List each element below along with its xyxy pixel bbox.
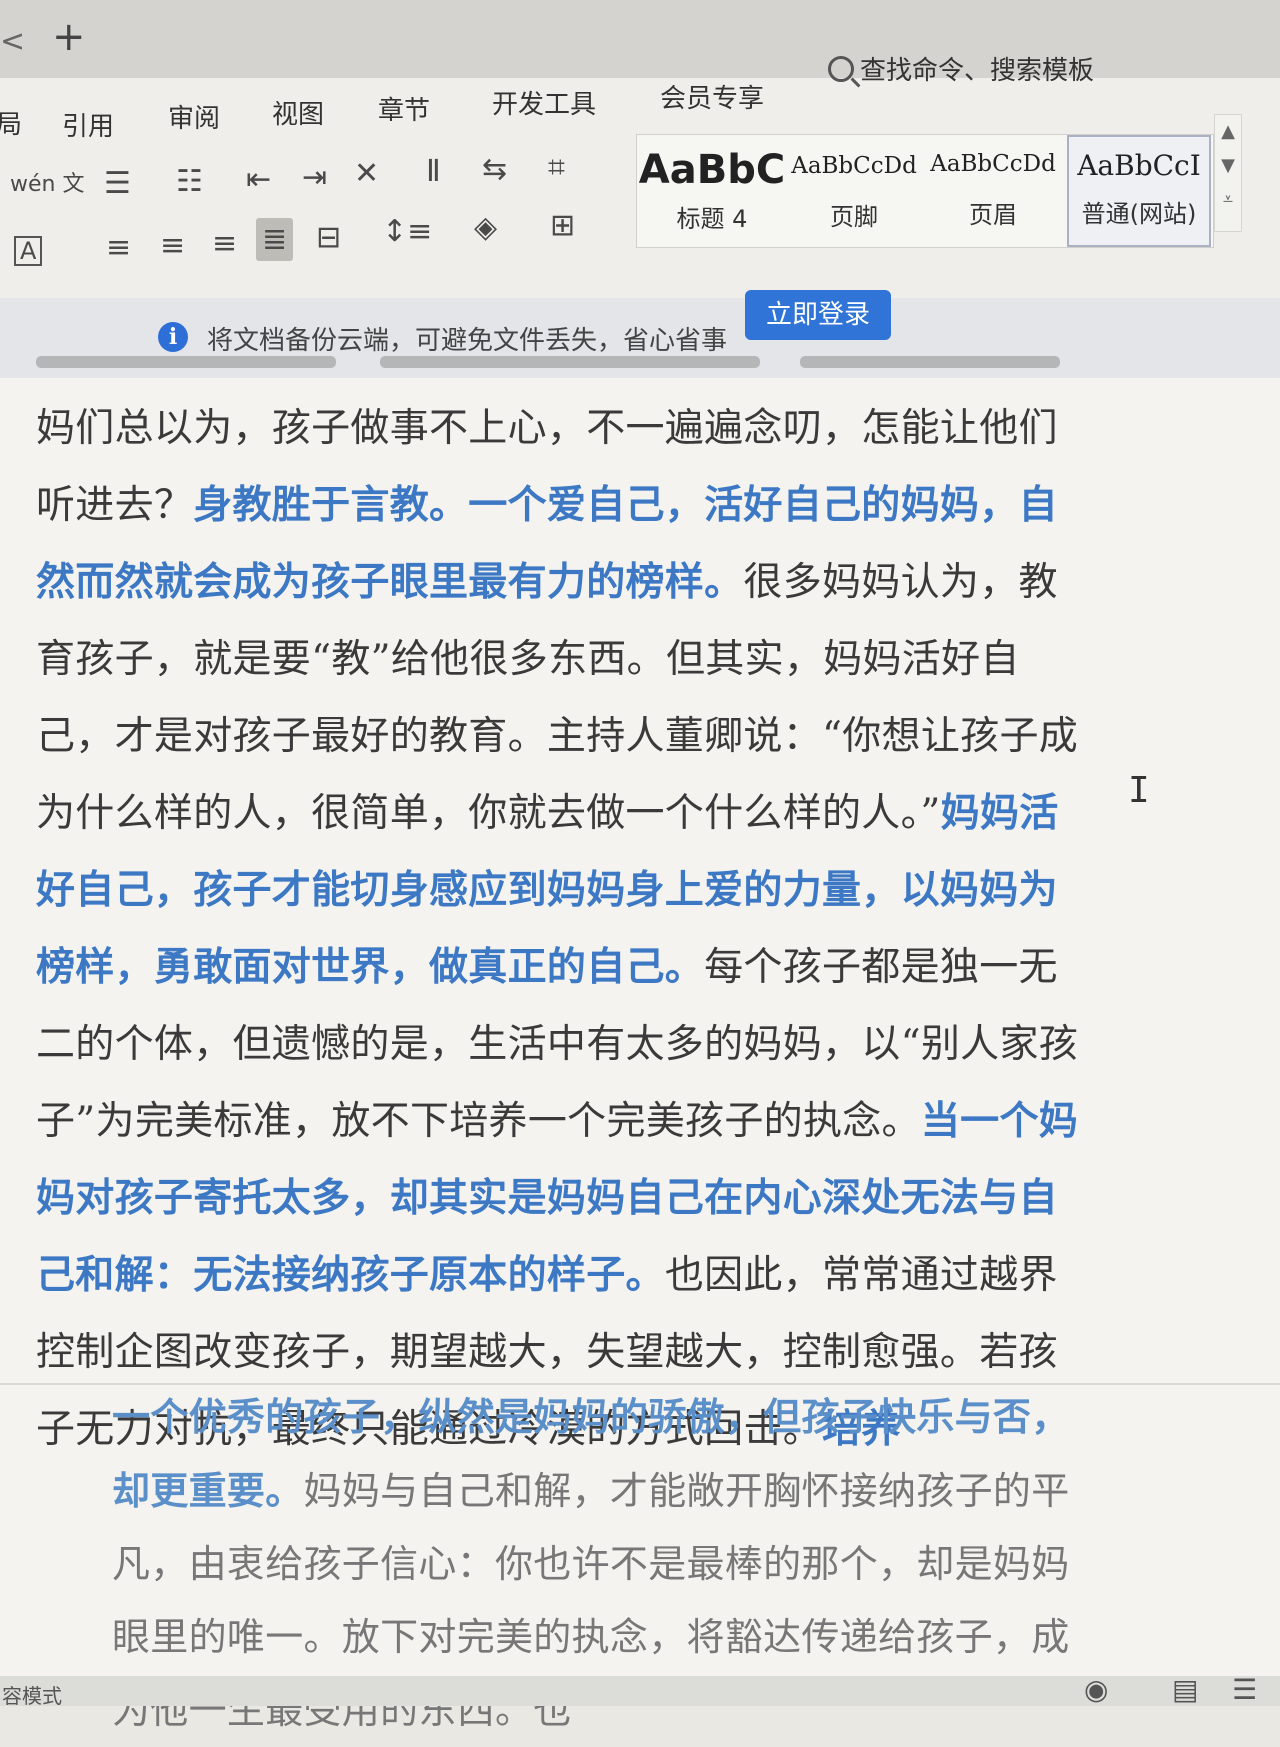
- menu-item-chapter[interactable]: 章节: [378, 90, 430, 127]
- eye-protection-icon[interactable]: ◉: [1084, 1673, 1108, 1706]
- shading-icon[interactable]: ◈: [474, 210, 497, 245]
- document-paragraph-1[interactable]: 妈们总以为，孩子做事不上心，不一遍遍念叨，怎能让他们听进去？身教胜于言教。一个爱…: [36, 390, 1086, 1468]
- align-left-icon[interactable]: ≡: [106, 230, 131, 265]
- status-mode: 容模式: [2, 1684, 62, 1708]
- justify-icon[interactable]: ≣: [256, 218, 294, 261]
- increase-indent-icon[interactable]: ⇥: [302, 160, 327, 195]
- page-view-icon[interactable]: ▤: [1172, 1673, 1198, 1706]
- character-border-button[interactable]: A: [14, 236, 43, 266]
- show-marks-icon[interactable]: ⌗: [548, 150, 565, 185]
- menu-item-view[interactable]: 视图: [272, 94, 324, 131]
- menu-item-member[interactable]: 会员专享: [660, 78, 764, 115]
- style-footer[interactable]: AaBbCcDd 页脚: [785, 135, 923, 247]
- style-header[interactable]: AaBbCcDd 页眉: [923, 135, 1063, 247]
- new-tab-button[interactable]: +: [52, 14, 86, 60]
- search-icon: [828, 55, 854, 82]
- notice-text: 将文档备份云端，可避免文件丢失，省心省事: [207, 326, 728, 356]
- chevron-up-icon[interactable]: ▲: [1215, 115, 1241, 149]
- menu-item-review[interactable]: 审阅: [168, 98, 220, 135]
- menu-item-developer[interactable]: 开发工具: [492, 84, 596, 121]
- search-label: 查找命令、搜索模板: [860, 56, 1095, 86]
- styles-scroll[interactable]: ▲ ▼ ⩡: [1214, 114, 1242, 232]
- expand-gallery-icon[interactable]: ⩡: [1215, 183, 1241, 217]
- distributed-icon[interactable]: ⊟: [316, 220, 341, 255]
- align-center-icon[interactable]: ≡: [160, 228, 185, 263]
- numbered-list-icon[interactable]: ☷: [176, 164, 203, 199]
- text-direction-icon[interactable]: Ⅱ: [426, 154, 441, 189]
- phonetic-guide-button[interactable]: wén 文: [10, 166, 85, 198]
- chinese-layout-icon[interactable]: ✕: [354, 156, 379, 191]
- decrease-indent-icon[interactable]: ⇤: [246, 162, 271, 197]
- cut-off-line: [36, 356, 336, 368]
- login-button[interactable]: 立即登录: [745, 290, 891, 340]
- info-icon: i: [158, 322, 188, 352]
- chevron-down-icon[interactable]: ▼: [1215, 149, 1241, 183]
- menu-item-references[interactable]: 引用: [62, 106, 114, 143]
- align-right-icon[interactable]: ≡: [212, 226, 237, 261]
- sort-icon[interactable]: ⇆: [482, 152, 507, 187]
- tab-scroll-left-button[interactable]: <: [0, 24, 25, 59]
- cut-off-line: [380, 356, 760, 368]
- styles-gallery: AaBbC 标题 4 AaBbCcDd 页脚 AaBbCcDd 页眉 AaBbC…: [636, 134, 1214, 248]
- line-spacing-icon[interactable]: ↕≡: [382, 214, 432, 249]
- menu-partial[interactable]: 局: [0, 104, 22, 141]
- text-cursor-icon: I: [1128, 770, 1150, 811]
- style-normal-web[interactable]: AaBbCcI 普通(网站): [1067, 135, 1211, 247]
- style-heading4[interactable]: AaBbC 标题 4: [637, 135, 787, 247]
- outline-view-icon[interactable]: ☰: [1232, 1673, 1257, 1706]
- bullet-list-icon[interactable]: ☰: [104, 166, 131, 201]
- command-search[interactable]: 查找命令、搜索模板: [828, 50, 1094, 87]
- borders-icon[interactable]: ⊞: [550, 208, 575, 243]
- cut-off-line: [800, 356, 1060, 368]
